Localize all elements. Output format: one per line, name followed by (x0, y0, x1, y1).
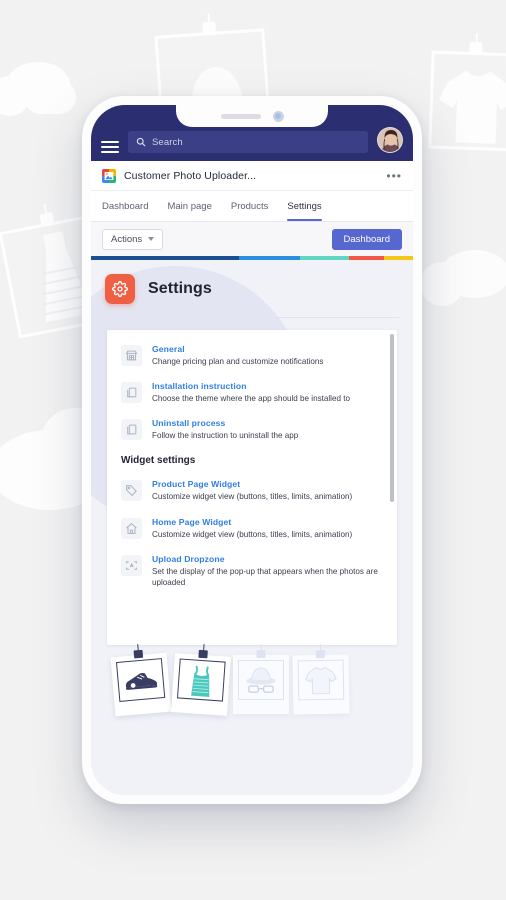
photo-strip (91, 645, 413, 717)
toolbar: Actions Dashboard (91, 222, 413, 256)
clip-icon (256, 650, 266, 658)
clip-icon (133, 649, 144, 659)
cloud-shape (420, 250, 506, 306)
tshirt-shape (439, 70, 506, 144)
phone-screen: Search Customer Photo Uploader... ••• Da… (91, 105, 413, 795)
sneaker-photo[interactable] (110, 649, 172, 717)
dashboard-button[interactable]: Dashboard (331, 228, 402, 250)
list-item-home-page-widget[interactable]: Home Page Widget Customize widget view (… (121, 517, 381, 540)
dropzone-icon (121, 554, 142, 576)
list-item-title: General (152, 344, 185, 354)
front-camera-icon (272, 110, 284, 122)
settings-card: General Change pricing plan and customiz… (107, 330, 397, 645)
settings-list: General Change pricing plan and customiz… (107, 344, 395, 588)
sneaker-shape (125, 672, 158, 690)
actions-button-label: Actions (111, 233, 143, 245)
list-item-title: Upload Dropzone (152, 553, 225, 564)
app-title-row: Customer Photo Uploader... ••• (91, 161, 413, 191)
scrollbar-thumb[interactable] (390, 334, 394, 502)
clip-icon (198, 649, 208, 659)
tab-settings[interactable]: Settings (287, 191, 323, 221)
more-options-icon[interactable]: ••• (386, 170, 402, 182)
list-item-title: Uninstall process (152, 418, 226, 429)
tshirt-photo[interactable] (292, 649, 350, 715)
clip-icon (202, 21, 217, 36)
list-item-title: Installation instruction (152, 381, 247, 392)
store-icon (121, 345, 142, 366)
tshirt-shape (304, 666, 337, 695)
document-copy-icon (121, 382, 142, 404)
phone-notch (176, 105, 328, 127)
avatar[interactable] (377, 127, 403, 153)
page-title: Settings (148, 280, 212, 297)
tab-products[interactable]: Products (231, 191, 269, 221)
list-item-desc: Customize widget view (buttons, titles, … (152, 492, 353, 502)
tab-bar: Dashboard Main page Products Settings (91, 191, 413, 222)
photo-app-icon (102, 168, 116, 183)
clip-icon (315, 649, 326, 659)
list-item-desc: Customize widget view (buttons, titles, … (152, 529, 353, 539)
page-header: Settings (91, 260, 413, 317)
list-item-installation-instruction[interactable]: Installation instruction Choose the them… (121, 381, 381, 404)
settings-card-wrapper: General Change pricing plan and customiz… (91, 318, 413, 645)
app-title: Customer Photo Uploader... (124, 169, 257, 182)
list-item-product-page-widget[interactable]: Product Page Widget Customize widget vie… (121, 479, 381, 502)
list-item-desc: Choose the theme where the app should be… (152, 394, 350, 404)
hat-glasses-photo[interactable] (233, 650, 289, 714)
list-item-desc: Set the display of the pop-up that appea… (152, 566, 378, 587)
tab-dashboard[interactable]: Dashboard (102, 191, 148, 221)
list-item-desc: Change pricing plan and customize notifi… (152, 357, 324, 366)
actions-button[interactable]: Actions (102, 228, 164, 250)
clip-icon (39, 211, 55, 228)
tshirt-ghost-photo (428, 41, 506, 152)
list-item-uninstall-process[interactable]: Uninstall process Follow the instruction… (121, 418, 381, 441)
widget-settings-heading: Widget settings (121, 455, 196, 467)
hat-glasses-shape (246, 667, 276, 693)
clip-icon (469, 41, 483, 56)
list-item-general[interactable]: General Change pricing plan and customiz… (121, 344, 381, 367)
tank-top-photo[interactable] (171, 649, 231, 716)
hamburger-menu-icon[interactable] (101, 141, 119, 153)
gear-icon (105, 274, 135, 304)
chevron-down-icon (148, 237, 155, 241)
list-item-upload-dropzone[interactable]: Upload Dropzone Set the display of the p… (121, 554, 381, 588)
list-item-title: Product Page Widget (152, 479, 241, 490)
app-navbar: Search (91, 105, 413, 161)
phone-mockup: Search Customer Photo Uploader... ••• Da… (82, 96, 422, 804)
page-body: Settings General Change pricing plan and… (91, 260, 413, 795)
home-icon (121, 517, 142, 539)
search-placeholder: Search (152, 136, 183, 148)
tag-icon (121, 480, 142, 502)
document-copy-icon (121, 419, 142, 441)
speaker-grill (220, 113, 261, 119)
list-item-desc: Follow the instruction to uninstall the … (152, 431, 299, 441)
tank-top-shape (191, 665, 210, 697)
list-item-title: Home Page Widget (152, 516, 232, 527)
search-icon (136, 137, 146, 147)
tab-main-page[interactable]: Main page (167, 191, 211, 221)
cloud-shape (0, 62, 76, 116)
card-scrollbar[interactable] (390, 334, 394, 641)
search-input[interactable]: Search (128, 131, 368, 153)
